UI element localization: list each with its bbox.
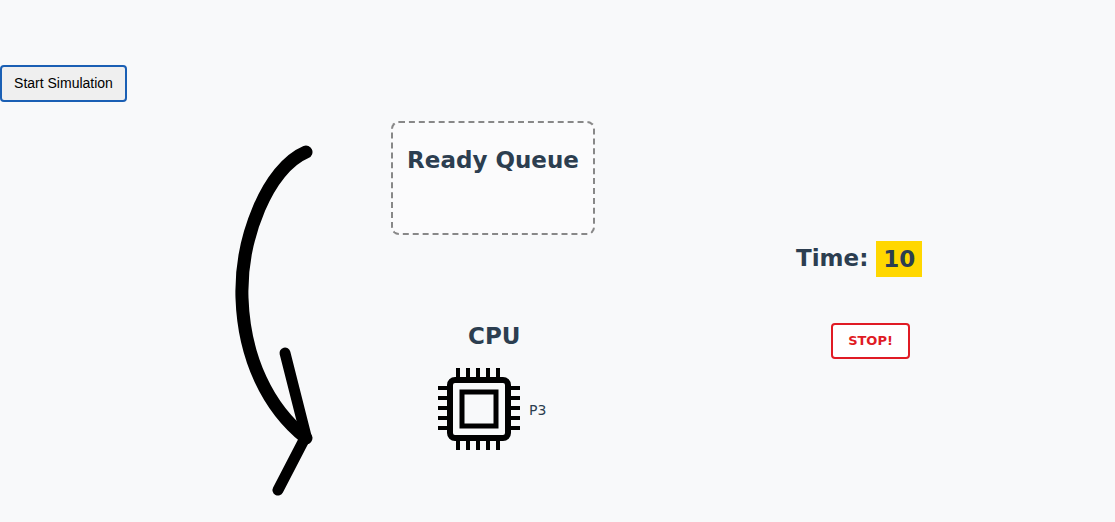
clock-label: Time: (796, 245, 868, 273)
stop-button[interactable]: STOP! (831, 323, 910, 359)
cpu-title: CPU (468, 323, 520, 351)
start-simulation-button[interactable]: Start Simulation (0, 65, 127, 102)
ready-queue-title: Ready Queue (393, 147, 593, 175)
flow-arrow-icon (228, 138, 328, 503)
running-process: P3 (529, 400, 546, 421)
ready-queue: Ready Queue (391, 121, 595, 235)
cpu-chip-icon (438, 368, 520, 450)
clock: Time: 10 (796, 241, 922, 277)
clock-value: 10 (876, 241, 922, 277)
ready-queue-list (393, 175, 593, 187)
simulation-canvas: Start Simulation Ready Queue Time: 10 CPU P3 S… (0, 0, 1115, 522)
